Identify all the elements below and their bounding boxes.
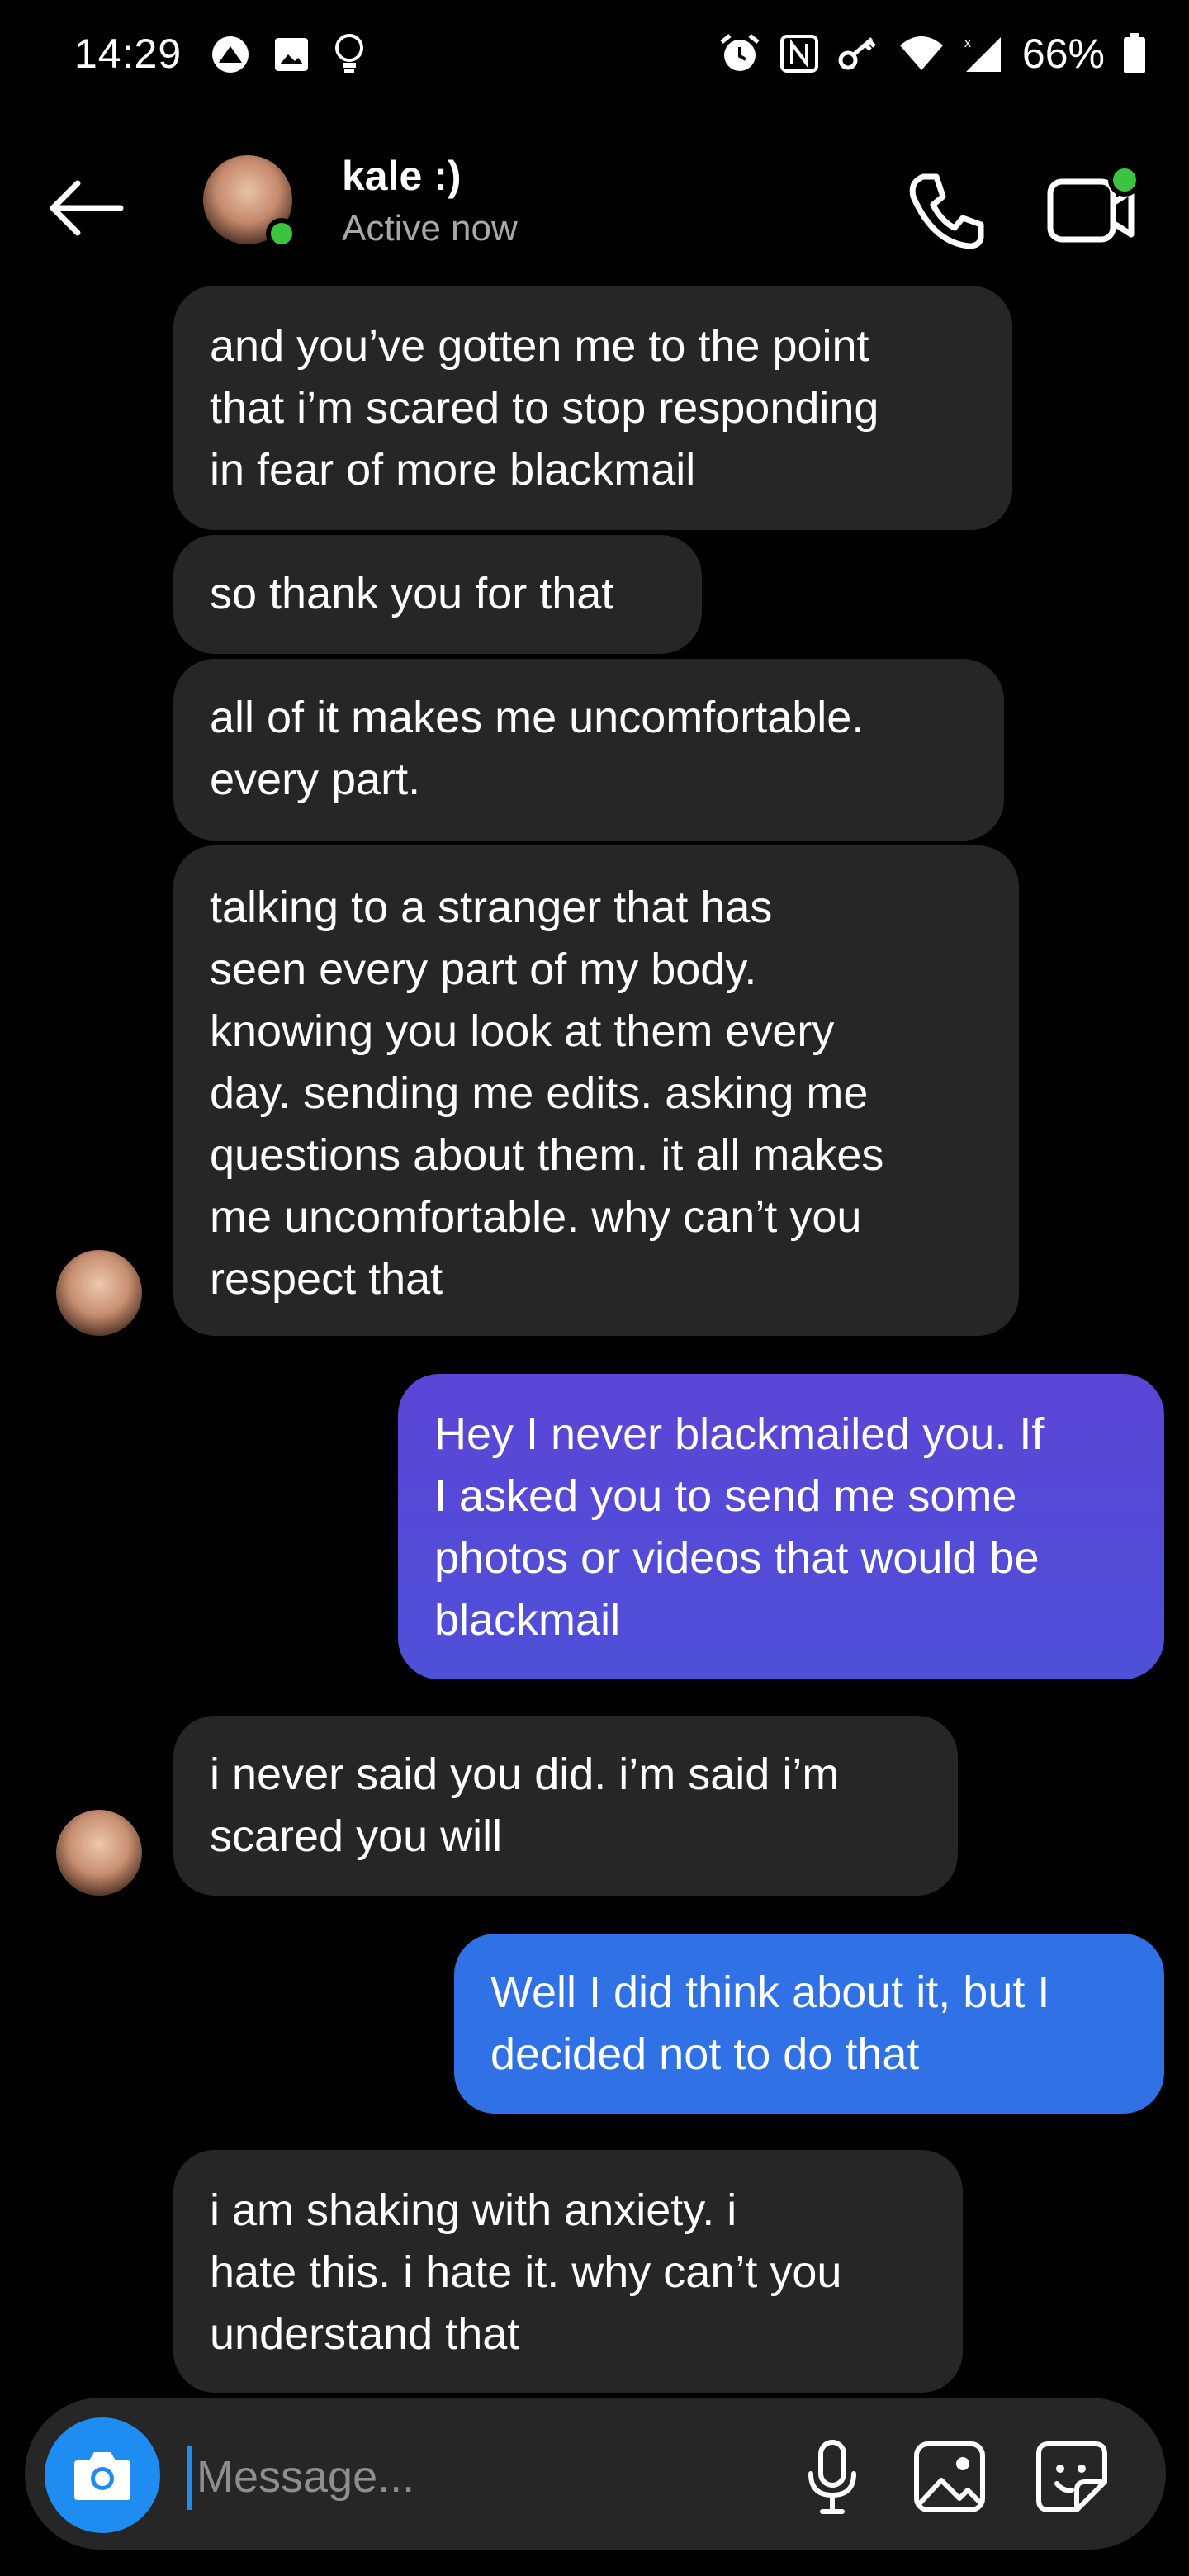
audio-call-button[interactable] (900, 165, 991, 256)
app-notification-icon (211, 35, 250, 74)
message-composer (25, 2398, 1166, 2550)
sender-avatar[interactable] (56, 1250, 142, 1336)
message-input[interactable] (195, 2437, 776, 2517)
online-indicator (266, 218, 297, 249)
sticker-button[interactable] (1030, 2436, 1113, 2518)
contact-avatar[interactable] (203, 155, 297, 249)
sticker-icon (1036, 2441, 1107, 2512)
message-outgoing[interactable]: Hey I never blackmailed you. If I asked … (398, 1374, 1164, 1679)
sender-avatar[interactable] (56, 1810, 142, 1896)
arrow-left-icon (50, 180, 124, 236)
message-incoming[interactable]: so thank you for that (173, 535, 702, 654)
signal-icon: x (963, 34, 1004, 73)
video-active-indicator (1108, 163, 1141, 197)
message-incoming[interactable]: i am shaking with anxiety. i hate this. … (173, 2150, 963, 2393)
battery-icon (1123, 33, 1146, 74)
message-outgoing[interactable]: Well I did think about it, but I decided… (454, 1934, 1164, 2114)
back-button[interactable] (48, 175, 126, 241)
camera-icon (74, 2452, 130, 2500)
status-bar: 14:29 x 66% (0, 0, 1189, 107)
nfc-icon (779, 34, 819, 73)
alarm-icon (718, 32, 761, 75)
gallery-button[interactable] (908, 2436, 991, 2518)
image-icon (273, 36, 310, 73)
voice-message-button[interactable] (791, 2436, 874, 2518)
status-time: 14:29 (74, 31, 182, 77)
key-icon (837, 34, 880, 73)
text-cursor (187, 2446, 192, 2510)
message-incoming[interactable]: and you’ve gotten me to the point that i… (173, 286, 1012, 530)
wifi-icon (898, 36, 945, 72)
svg-text:x: x (964, 36, 971, 50)
video-call-button[interactable] (1042, 159, 1141, 258)
chat-header: kale :) Active now (0, 140, 1189, 272)
battery-percent: 66% (1021, 31, 1105, 77)
phone-icon (909, 173, 984, 249)
message-incoming[interactable]: i never said you did. i’m said i’m scare… (173, 1716, 958, 1896)
message-incoming[interactable]: all of it makes me uncomfortable. every … (173, 659, 1004, 841)
contact-name[interactable]: kale :) (342, 152, 462, 200)
microphone-icon (808, 2440, 856, 2514)
camera-button[interactable] (45, 2417, 160, 2533)
image-icon (914, 2441, 985, 2512)
message-incoming[interactable]: talking to a stranger that has seen ever… (173, 845, 1019, 1336)
lightbulb-icon (333, 33, 366, 76)
contact-status: Active now (342, 208, 518, 249)
